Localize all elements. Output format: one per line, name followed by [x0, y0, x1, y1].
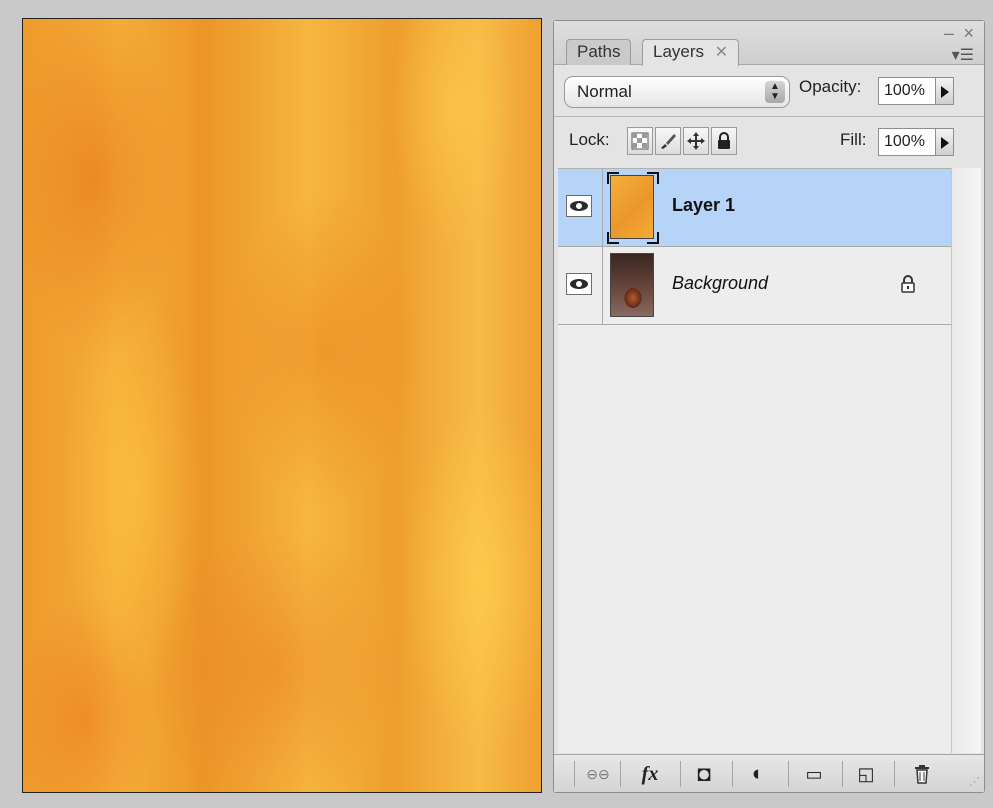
- folder-group-icon[interactable]: ▭: [794, 759, 834, 789]
- toolbar-separator: [788, 761, 789, 787]
- layer-row-background[interactable]: Background: [558, 247, 951, 325]
- visibility-cell: [558, 169, 603, 246]
- fx-styles-icon[interactable]: fx: [630, 759, 670, 789]
- layers-panel: Paths Layers ✕ – × ▾☰ Normal ▲ ▼ Opacity:…: [553, 20, 985, 793]
- lock-all-icon[interactable]: [711, 127, 737, 155]
- visibility-cell: [558, 247, 603, 324]
- adjustment-layer-icon[interactable]: ◐: [738, 759, 778, 789]
- toolbar-separator: [894, 761, 895, 787]
- fill-label: Fill:: [840, 130, 867, 149]
- lock-pixels-brush-icon[interactable]: [655, 127, 681, 155]
- panel-menu-icon[interactable]: ▾☰: [952, 45, 974, 65]
- select-arrows-icon: ▲ ▼: [765, 81, 785, 103]
- toolbar-separator: [620, 761, 621, 787]
- panel-tab-bar: Paths Layers ✕ – × ▾☰: [554, 21, 984, 66]
- lock-position-move-icon[interactable]: [683, 127, 709, 155]
- layer-list: Layer 1 Background: [558, 168, 951, 753]
- resize-grip-icon[interactable]: ⋰: [969, 775, 980, 788]
- blend-mode-select[interactable]: Normal ▲ ▼: [564, 76, 790, 108]
- lock-label: Lock:: [569, 130, 610, 149]
- close-icon[interactable]: ×: [963, 23, 974, 44]
- opacity-input[interactable]: 100%: [878, 77, 936, 105]
- layer-thumbnail: [610, 253, 654, 317]
- toolbar-separator: [732, 761, 733, 787]
- toolbar-separator: [842, 761, 843, 787]
- layer-list-scrollbar[interactable]: [951, 168, 981, 753]
- opacity-arrow-button[interactable]: [936, 77, 954, 105]
- toolbar-separator: [680, 761, 681, 787]
- new-layer-icon[interactable]: ◱: [846, 759, 886, 789]
- blend-opacity-row: Normal ▲ ▼ Opacity: 100%: [554, 73, 984, 113]
- document-canvas[interactable]: [22, 18, 542, 793]
- tab-paths[interactable]: Paths: [566, 39, 632, 65]
- minimize-icon[interactable]: –: [944, 23, 954, 44]
- link-layers-icon[interactable]: ⊖⊖: [578, 759, 618, 789]
- tab-layers-label: Layers: [653, 42, 705, 61]
- layer-lock-icon: [901, 275, 915, 293]
- opacity-label: Opacity:: [799, 77, 862, 96]
- tab-layers[interactable]: Layers ✕: [642, 39, 740, 66]
- toolbar-separator: [574, 761, 575, 787]
- blend-mode-value: Normal: [577, 82, 632, 101]
- tab-paths-label: Paths: [577, 42, 621, 61]
- layer-thumbnail: [607, 172, 659, 244]
- add-mask-icon[interactable]: ◘: [684, 759, 724, 789]
- eye-icon[interactable]: [566, 195, 592, 217]
- thumbnail-selection-frame: [607, 172, 659, 244]
- eye-icon[interactable]: [566, 273, 592, 295]
- divider: [554, 116, 984, 117]
- tab-close-icon[interactable]: ✕: [715, 44, 728, 61]
- layer-name[interactable]: Layer 1: [672, 195, 735, 216]
- lock-transparent-icon[interactable]: [627, 127, 653, 155]
- fill-input[interactable]: 100%: [878, 128, 936, 156]
- delete-layer-icon[interactable]: [902, 759, 942, 789]
- layer-row-layer-1[interactable]: Layer 1: [558, 169, 951, 247]
- fill-arrow-button[interactable]: [936, 128, 954, 156]
- layers-bottom-toolbar: ⊖⊖ fx ◘ ◐ ▭ ◱ ⋰: [554, 754, 984, 792]
- layer-name[interactable]: Background: [672, 273, 768, 294]
